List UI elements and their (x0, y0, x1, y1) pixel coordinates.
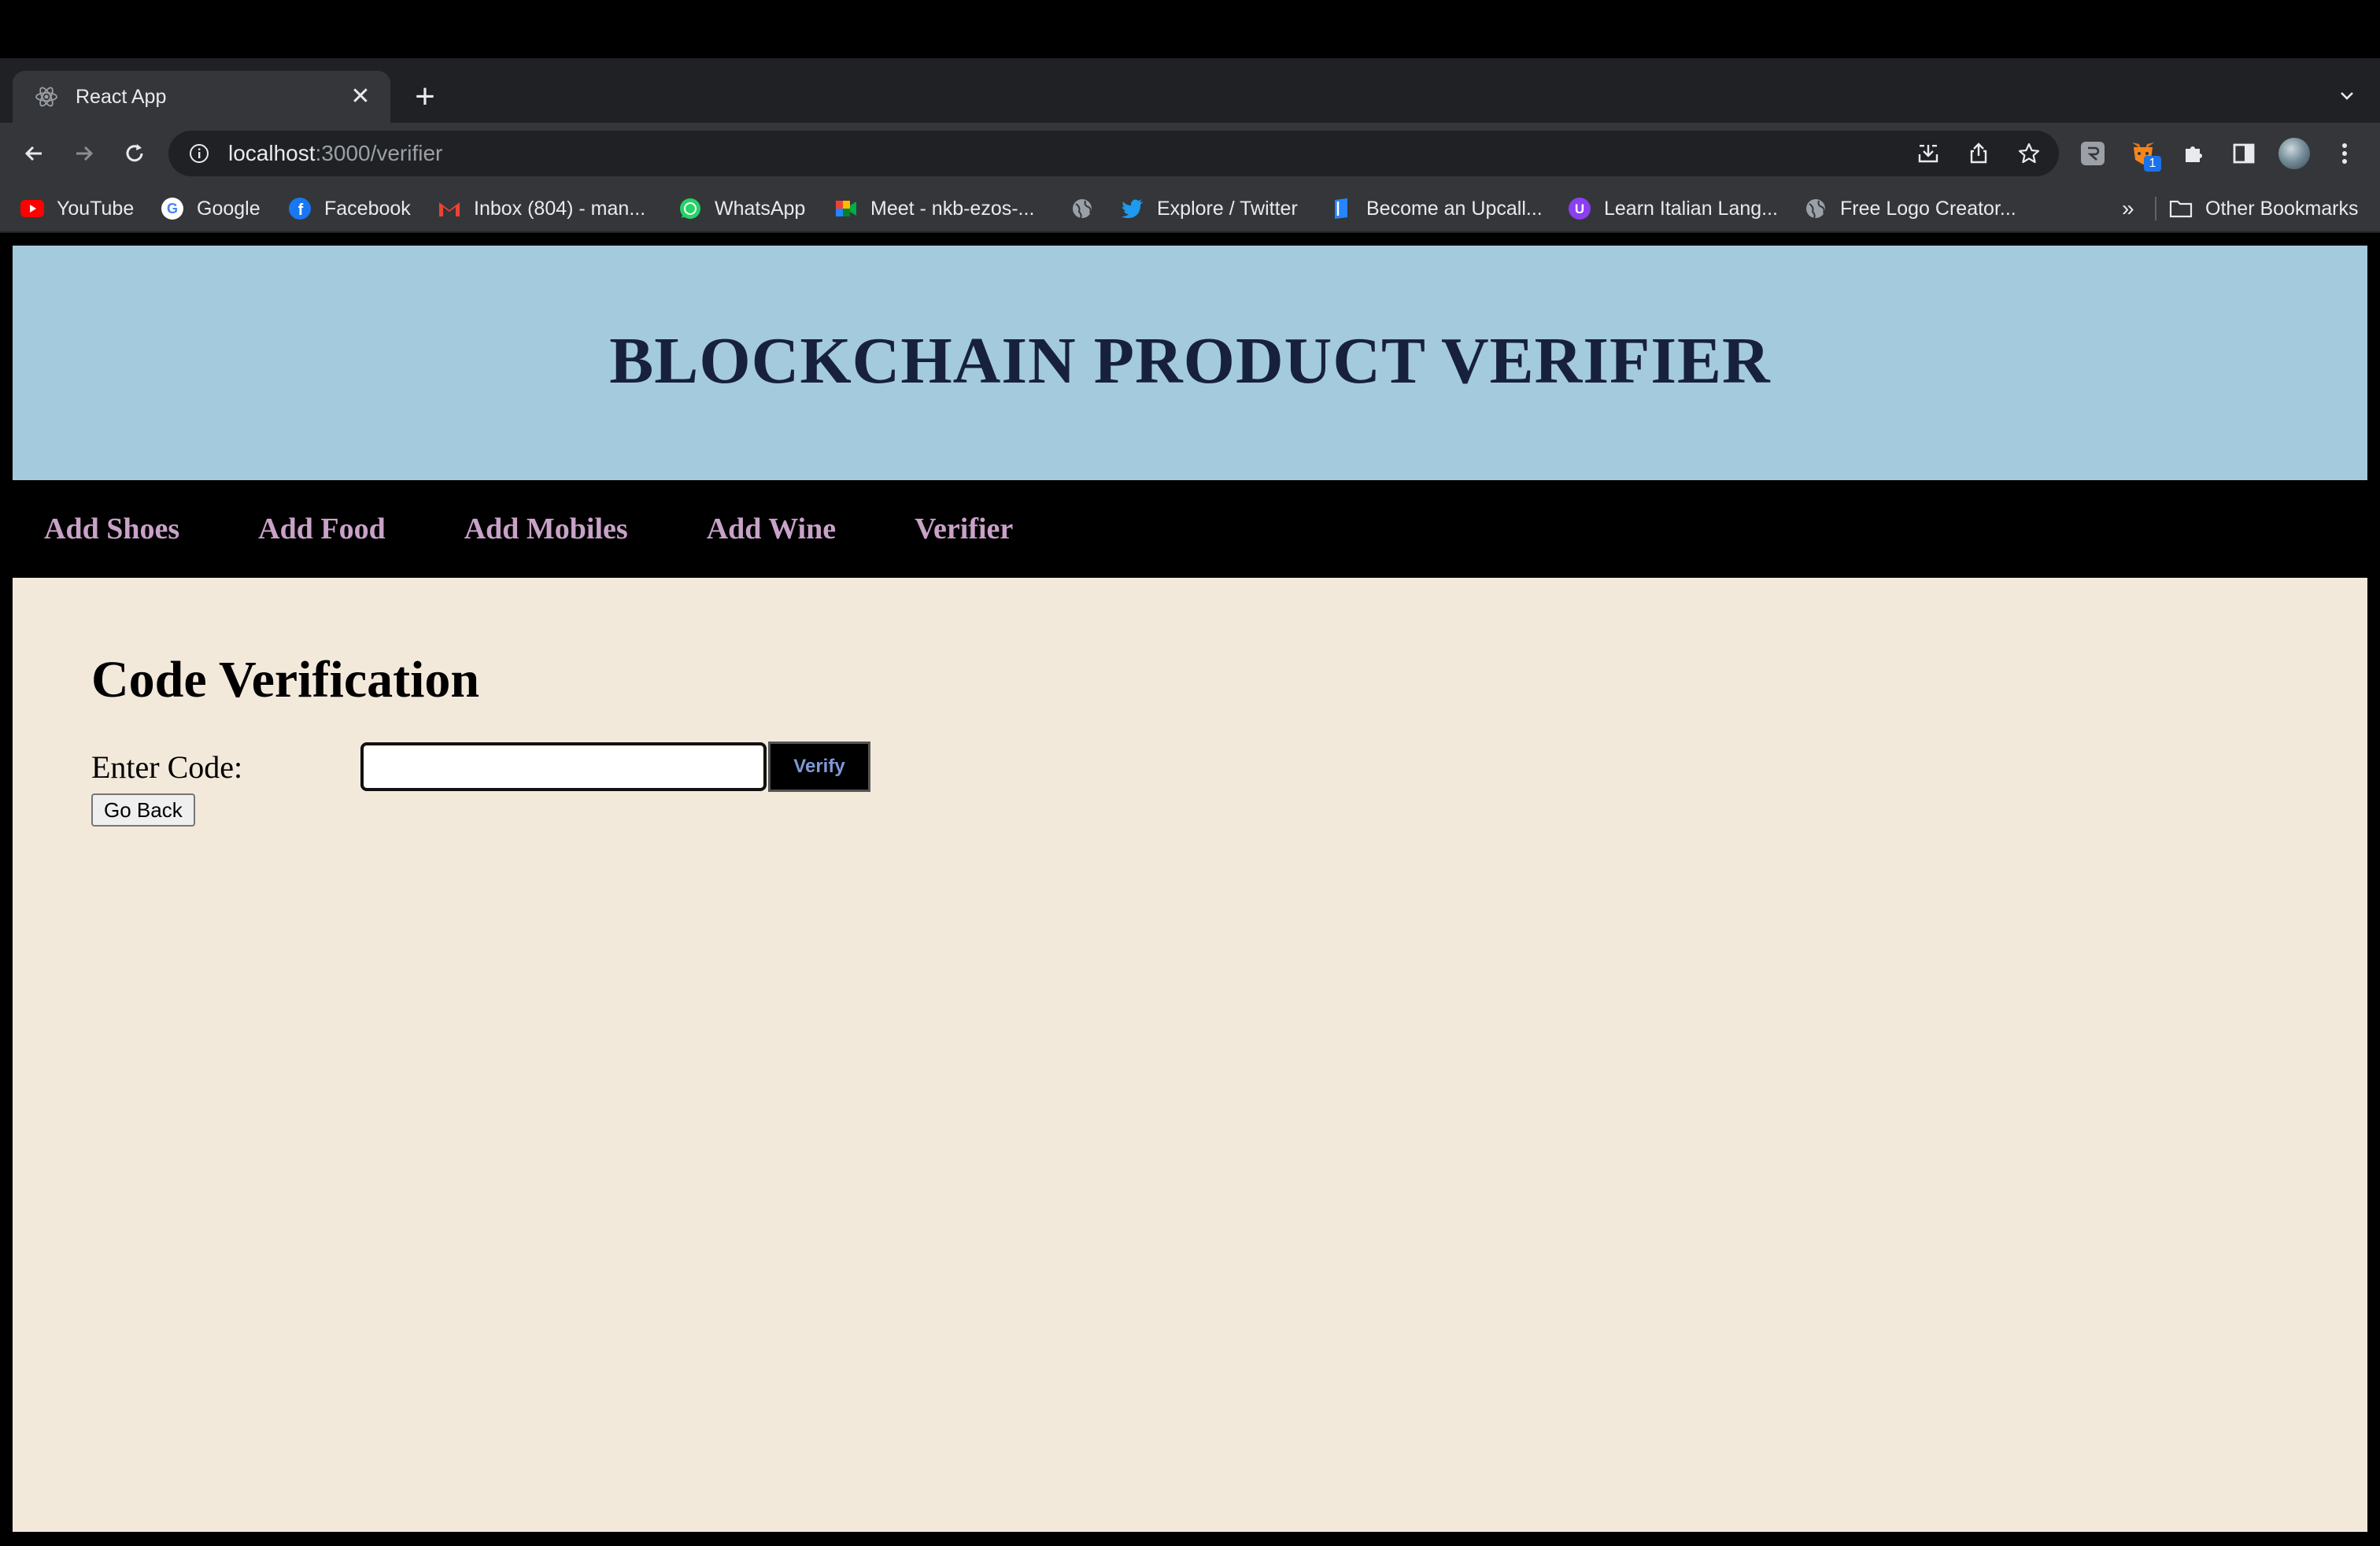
address-bar-actions (1913, 131, 2045, 176)
bookmark-upcall[interactable]: Become an Upcall... (1330, 194, 1543, 224)
react-icon (33, 83, 60, 110)
new-tab-icon[interactable]: + (409, 80, 441, 114)
code-input[interactable] (360, 742, 767, 791)
bookmark-globe[interactable] (1070, 194, 1094, 224)
bookmarks-bar: YouTube G Google f Facebook Inbox (804) … (0, 184, 2380, 233)
url-path: :3000/verifier (315, 141, 443, 165)
folder-icon (2169, 197, 2193, 220)
bookmark-label: YouTube (57, 197, 135, 220)
page-title: Code Verification (91, 651, 480, 708)
gmail-icon (438, 197, 461, 220)
bookmark-meet[interactable]: Meet - nkb-ezos-... (834, 194, 1034, 224)
bookmark-label: Inbox (804) - man... (474, 197, 646, 220)
browser-toolbar: localhost:3000/verifier 1 (0, 123, 2380, 184)
star-icon[interactable] (2013, 138, 2045, 169)
page-viewport: BLOCKCHAIN PRODUCT VERIFIER Add Shoes Ad… (13, 246, 2367, 1532)
bookmark-label: Explore / Twitter (1157, 197, 1298, 220)
youtube-icon (20, 197, 44, 220)
learn-icon: U (1568, 197, 1591, 220)
profile-avatar[interactable] (2275, 134, 2314, 173)
bookmark-whatsapp[interactable]: WhatsApp (678, 194, 805, 224)
screen: React App ✕ + localhost:3000/verifier 1 … (0, 0, 2380, 1546)
facebook-icon: f (288, 197, 312, 220)
site-nav: Add Shoes Add Food Add Mobiles Add Wine … (13, 480, 2367, 578)
chevron-down-icon[interactable] (2331, 80, 2363, 112)
nav-link-add-shoes[interactable]: Add Shoes (44, 512, 179, 546)
twitter-icon (1121, 197, 1144, 220)
globe-icon (1070, 197, 1094, 220)
bookmark-gmail[interactable]: Inbox (804) - man... (438, 194, 645, 224)
metamask-icon[interactable]: 1 (2123, 134, 2163, 173)
svg-text:f: f (298, 202, 304, 219)
globe-icon (1804, 197, 1828, 220)
svg-text:U: U (1575, 202, 1584, 216)
avatar (2278, 138, 2310, 169)
site-header: BLOCKCHAIN PRODUCT VERIFIER (13, 246, 2367, 480)
nav-link-add-mobiles[interactable]: Add Mobiles (464, 512, 628, 546)
tab-react-app[interactable]: React App ✕ (13, 71, 390, 123)
nav-link-verifier[interactable]: Verifier (915, 512, 1013, 546)
nav-link-add-wine[interactable]: Add Wine (707, 512, 836, 546)
bookmark-label: Become an Upcall... (1366, 197, 1543, 220)
code-form: Enter Code: Verify (91, 742, 2367, 792)
google-icon: G (161, 197, 184, 220)
meet-icon (834, 197, 858, 220)
bookmark-youtube[interactable]: YouTube (20, 194, 134, 224)
bookmark-label: Meet - nkb-ezos-... (870, 197, 1035, 220)
bookmark-label: Facebook (324, 197, 411, 220)
bookmark-label: Other Bookmarks (2205, 197, 2359, 220)
whatsapp-icon (678, 197, 702, 220)
bookmark-label: Learn Italian Lang... (1604, 197, 1778, 220)
bookmarks-divider (2155, 197, 2156, 220)
bookmark-label: WhatsApp (715, 197, 806, 220)
bookmark-label: Free Logo Creator... (1840, 197, 2016, 220)
side-panel-icon[interactable] (2224, 134, 2264, 173)
tab-strip: React App ✕ + (0, 58, 2380, 123)
extension-icon[interactable] (2073, 134, 2112, 173)
bookmark-google[interactable]: G Google (161, 194, 261, 224)
tab-title: React App (76, 85, 167, 108)
verification-panel: Code Verification Enter Code: Verify Go … (13, 578, 2367, 827)
top-black-strip (0, 0, 2380, 58)
extension-badge: 1 (2144, 156, 2161, 172)
code-label: Enter Code: (91, 749, 243, 785)
site-title: BLOCKCHAIN PRODUCT VERIFIER (609, 324, 1771, 398)
nav-link-add-food[interactable]: Add Food (258, 512, 386, 546)
puzzle-icon[interactable] (2174, 134, 2213, 173)
bookmark-facebook[interactable]: f Facebook (288, 194, 411, 224)
install-icon[interactable] (1913, 138, 1944, 169)
back-arrow-icon[interactable] (14, 134, 54, 173)
share-icon[interactable] (1963, 138, 1994, 169)
url-text: localhost:3000/verifier (228, 141, 442, 166)
reload-icon[interactable] (115, 134, 154, 173)
kebab-menu-icon[interactable] (2325, 134, 2364, 173)
upcall-icon (1330, 197, 1354, 220)
go-back-button[interactable]: Go Back (91, 793, 195, 827)
bookmark-label: Google (197, 197, 261, 220)
bookmarks-overflow-button[interactable]: » (2122, 194, 2134, 224)
url-host: localhost (228, 141, 316, 165)
info-icon[interactable] (187, 142, 211, 165)
address-bar[interactable]: localhost:3000/verifier (168, 131, 2059, 176)
bookmark-twitter[interactable]: Explore / Twitter (1121, 194, 1298, 224)
svg-text:G: G (167, 201, 178, 216)
bookmark-learn-italian[interactable]: U Learn Italian Lang... (1568, 194, 1778, 224)
verify-button[interactable]: Verify (768, 742, 870, 792)
forward-arrow-icon[interactable] (65, 134, 104, 173)
other-bookmarks-folder[interactable]: Other Bookmarks (2169, 194, 2359, 224)
close-icon[interactable]: ✕ (346, 83, 375, 111)
bookmark-logo-creator[interactable]: Free Logo Creator... (1804, 194, 2016, 224)
